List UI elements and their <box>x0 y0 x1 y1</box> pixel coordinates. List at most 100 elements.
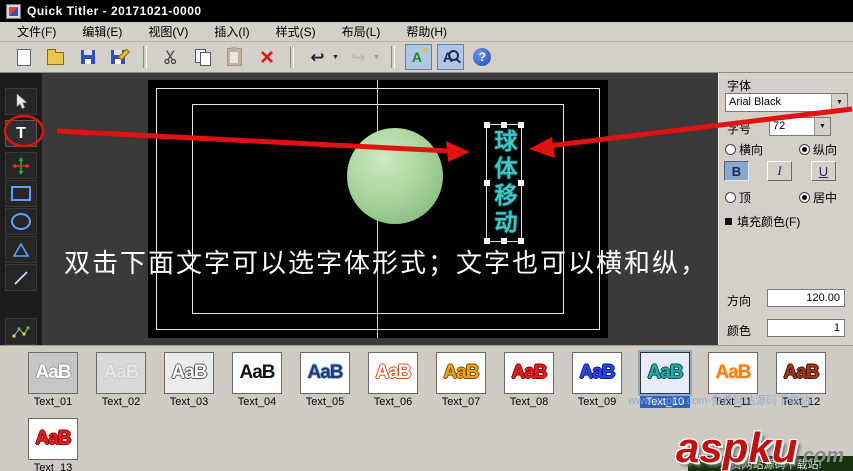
chevron-down-icon[interactable]: ▼ <box>814 118 830 135</box>
text-tool[interactable]: T <box>5 120 37 147</box>
ellipse-tool[interactable] <box>5 208 37 235</box>
undo-button[interactable]: ↩ <box>304 44 331 70</box>
canvas-area[interactable]: 球体移动 双击下面文字可以选字体形式；文字也可以横和纵， <box>42 73 718 345</box>
style-tile-Text_05[interactable]: AaB Text_05 <box>300 352 350 408</box>
edit-points-tool[interactable] <box>5 318 37 345</box>
style-label: Text_02 <box>101 396 141 408</box>
delete-button[interactable] <box>253 44 280 70</box>
vertical-text: 球体移动 <box>491 129 517 237</box>
style-preview: AaB <box>776 352 826 394</box>
rectangle-tool[interactable] <box>5 180 37 207</box>
style-tile-Text_09[interactable]: AaB Text_09 <box>572 352 622 408</box>
style-tile-Text_06[interactable]: AaB Text_06 <box>368 352 418 408</box>
green-sphere[interactable] <box>347 128 443 224</box>
menu-item-5[interactable]: 样式(S) <box>263 21 329 42</box>
save-as-button[interactable] <box>106 44 133 70</box>
a-magnifier-icon: A <box>442 49 459 66</box>
transform-tool[interactable] <box>5 152 37 179</box>
menu-item-7[interactable]: 帮助(H) <box>393 21 460 42</box>
radio-align-center-label: 居中 <box>813 191 838 205</box>
selection-handle[interactable] <box>484 180 490 186</box>
ellipse-icon <box>11 213 31 230</box>
vertical-text-object[interactable]: 球体移动 <box>484 122 524 244</box>
menu-item-1[interactable]: 文件(F) <box>4 21 69 42</box>
bold-button[interactable]: B <box>724 161 749 181</box>
fill-section-label: 填充颜色(F) <box>737 215 801 229</box>
style-preview: AaB <box>28 418 78 460</box>
text-icon: T <box>16 124 26 142</box>
redo-button: ↪ <box>345 44 372 70</box>
copy-button[interactable] <box>189 44 216 70</box>
triangle-icon <box>12 241 30 258</box>
style-label: Text_05 <box>305 396 345 408</box>
toolbar: ↩ ▼ ↪ ▼ A ★ A? <box>0 42 853 73</box>
menu-item-2[interactable]: 编辑(E) <box>69 21 135 42</box>
direction-label: 方向 <box>727 294 752 308</box>
style-label: Text_09 <box>577 396 617 408</box>
selection-handle[interactable] <box>501 122 507 128</box>
chevron-down-icon[interactable]: ▼ <box>831 94 847 111</box>
radio-align-center[interactable]: 居中 <box>799 189 837 206</box>
selection-handle[interactable] <box>518 180 524 186</box>
menu-item-6[interactable]: 布局(L) <box>329 21 394 42</box>
toolbar-separator <box>390 46 395 68</box>
radio-horizontal[interactable]: 横向 <box>725 141 763 158</box>
underline-button[interactable]: U <box>811 161 836 181</box>
tool-column: T <box>0 73 42 345</box>
menu-item-3[interactable]: 视图(V) <box>135 21 201 42</box>
undo-dropdown[interactable]: ▼ <box>332 54 339 61</box>
rect-icon <box>11 186 31 201</box>
style-label: Text_06 <box>373 396 413 408</box>
triangle-tool[interactable] <box>5 236 37 263</box>
direction-input[interactable]: 120.00 <box>767 289 845 307</box>
fill-color-section: 填充颜色(F) <box>725 213 800 230</box>
redo-dropdown: ▼ <box>372 53 380 61</box>
style-tile-Text_04[interactable]: AaB Text_04 <box>232 352 282 408</box>
window-title: Quick Titler - 20171021-0000 <box>27 4 202 18</box>
question-icon: ? <box>473 48 492 66</box>
font-size-select[interactable]: 72 ▼ <box>769 117 831 136</box>
style-preview: AaB <box>232 352 282 394</box>
style-library-button[interactable]: A ★ <box>404 44 432 70</box>
line-tool[interactable] <box>5 264 37 291</box>
radio-align-top-label: 顶 <box>739 191 752 205</box>
style-tile-Text_13[interactable]: AaB Text_13 <box>28 418 78 471</box>
style-label: Text_03 <box>169 396 209 408</box>
fill-color-swatch-icon <box>725 218 732 225</box>
move-cross-icon <box>12 156 30 175</box>
style-preview: AaB <box>436 352 486 394</box>
font-family-select[interactable]: Arial Black ▼ <box>725 93 848 112</box>
new-document-button[interactable] <box>10 44 37 70</box>
radio-align-top[interactable]: 顶 <box>725 189 751 206</box>
a-star-icon: A ★ <box>411 44 429 65</box>
italic-button[interactable]: I <box>767 161 792 181</box>
menubar: 文件(F) 编辑(E) 视图(V) 插入(I) 样式(S) 布局(L) 帮助(H) <box>0 22 853 42</box>
style-preview: AaB <box>572 352 622 394</box>
color-input[interactable]: 1 <box>767 319 845 337</box>
floppy-pencil-icon <box>111 47 131 65</box>
title-canvas[interactable]: 球体移动 <box>148 80 608 338</box>
zoom-text-button[interactable]: A <box>436 44 464 70</box>
cut-button[interactable] <box>157 44 184 70</box>
selection-handle[interactable] <box>518 122 524 128</box>
selection-handle[interactable] <box>484 122 490 128</box>
floppy-icon <box>80 50 95 64</box>
style-tile-Text_02[interactable]: AaB Text_02 <box>96 352 146 408</box>
select-tool[interactable] <box>5 88 37 115</box>
style-preview: AaB <box>504 352 554 394</box>
style-tile-Text_08[interactable]: AaB Text_08 <box>504 352 554 408</box>
copy-icon <box>194 49 211 66</box>
radio-vertical[interactable]: 纵向 <box>799 141 837 158</box>
style-tile-Text_03[interactable]: AaB Text_03 <box>164 352 214 408</box>
style-tile-Text_07[interactable]: AaB Text_07 <box>436 352 486 408</box>
help-button[interactable]: ? <box>469 44 496 70</box>
style-tile-Text_01[interactable]: AaB Text_01 <box>28 352 78 408</box>
save-button[interactable] <box>74 44 101 70</box>
canvas-typed-text[interactable]: 双击下面文字可以选字体形式；文字也可以横和纵， <box>64 243 708 280</box>
toolbar-separator <box>290 46 294 68</box>
toolbar-separator <box>143 46 147 68</box>
radio-vertical-label: 纵向 <box>813 143 838 157</box>
menu-item-4[interactable]: 插入(I) <box>201 21 262 42</box>
style-label: Text_04 <box>237 396 277 408</box>
open-file-button[interactable] <box>42 44 69 70</box>
